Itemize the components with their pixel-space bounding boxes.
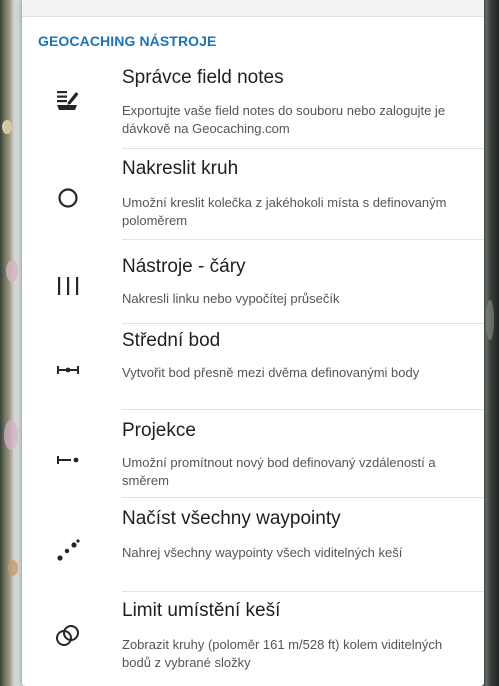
menu-item-title: Nástroje - čáry [122,256,246,277]
menu-item-title: Limit umístění keší [122,600,281,621]
menu-item-cache-limit[interactable]: Limit umístění keší Zobrazit kruhy (polo… [22,592,484,686]
map-feature [2,120,12,134]
menu-item-draw-circle[interactable]: Nakreslit kruh Umožní kreslit kolečka z … [22,150,484,240]
menu-item-description: Nakresli linku nebo vypočítej průsečík [122,291,340,306]
section-title: GEOCACHING NÁSTROJE [38,33,217,49]
panel-top-edge [22,0,484,17]
map-feature [6,260,18,282]
menu-item-title: Nakreslit kruh [122,158,239,179]
menu-item-description: Umožní promítnout nový bod definovaný vz… [122,455,436,488]
midpoint-icon [52,354,84,386]
menu-item-description: Nahrej všechny waypointy všech viditelný… [122,545,403,560]
menu-item-description: Vytvořit bod přesně mezi dvěma definovan… [122,365,420,380]
field-notes-icon [52,84,84,116]
menu-item-description: Umožní kreslit kolečka z jakéhokoli míst… [122,195,447,228]
item-divider [122,148,484,149]
geocaching-tools-panel: GEOCACHING NÁSTROJE Správce field notes … [22,0,484,686]
cache-limit-icon [52,620,84,652]
map-feature [8,560,18,576]
circle-icon [52,182,84,214]
menu-item-projection[interactable]: Projekce Umožní promítnout nový bod defi… [22,410,484,498]
menu-item-field-notes[interactable]: Správce field notes Exportujte vaše fiel… [22,62,484,150]
menu-item-title: Správce field notes [122,67,284,88]
menu-item-midpoint[interactable]: Střední bod Vytvořit bod přesně mezi dvě… [22,324,484,410]
map-feature [4,420,18,450]
lines-icon [52,270,84,302]
menu-item-line-tools[interactable]: Nástroje - čáry Nakresli linku nebo vypo… [22,240,484,324]
menu-item-description: Zobrazit kruhy (poloměr 161 m/528 ft) ko… [122,637,443,670]
menu-item-load-waypoints[interactable]: Načíst všechny waypointy Nahrej všechny … [22,498,484,592]
projection-icon [52,444,84,476]
menu-item-description: Exportujte vaše field notes do souboru n… [122,103,446,136]
waypoints-icon [52,534,84,566]
menu-item-title: Načíst všechny waypointy [122,508,341,529]
map-feature [486,300,494,340]
menu-item-title: Projekce [122,420,196,441]
menu-item-title: Střední bod [122,330,221,351]
